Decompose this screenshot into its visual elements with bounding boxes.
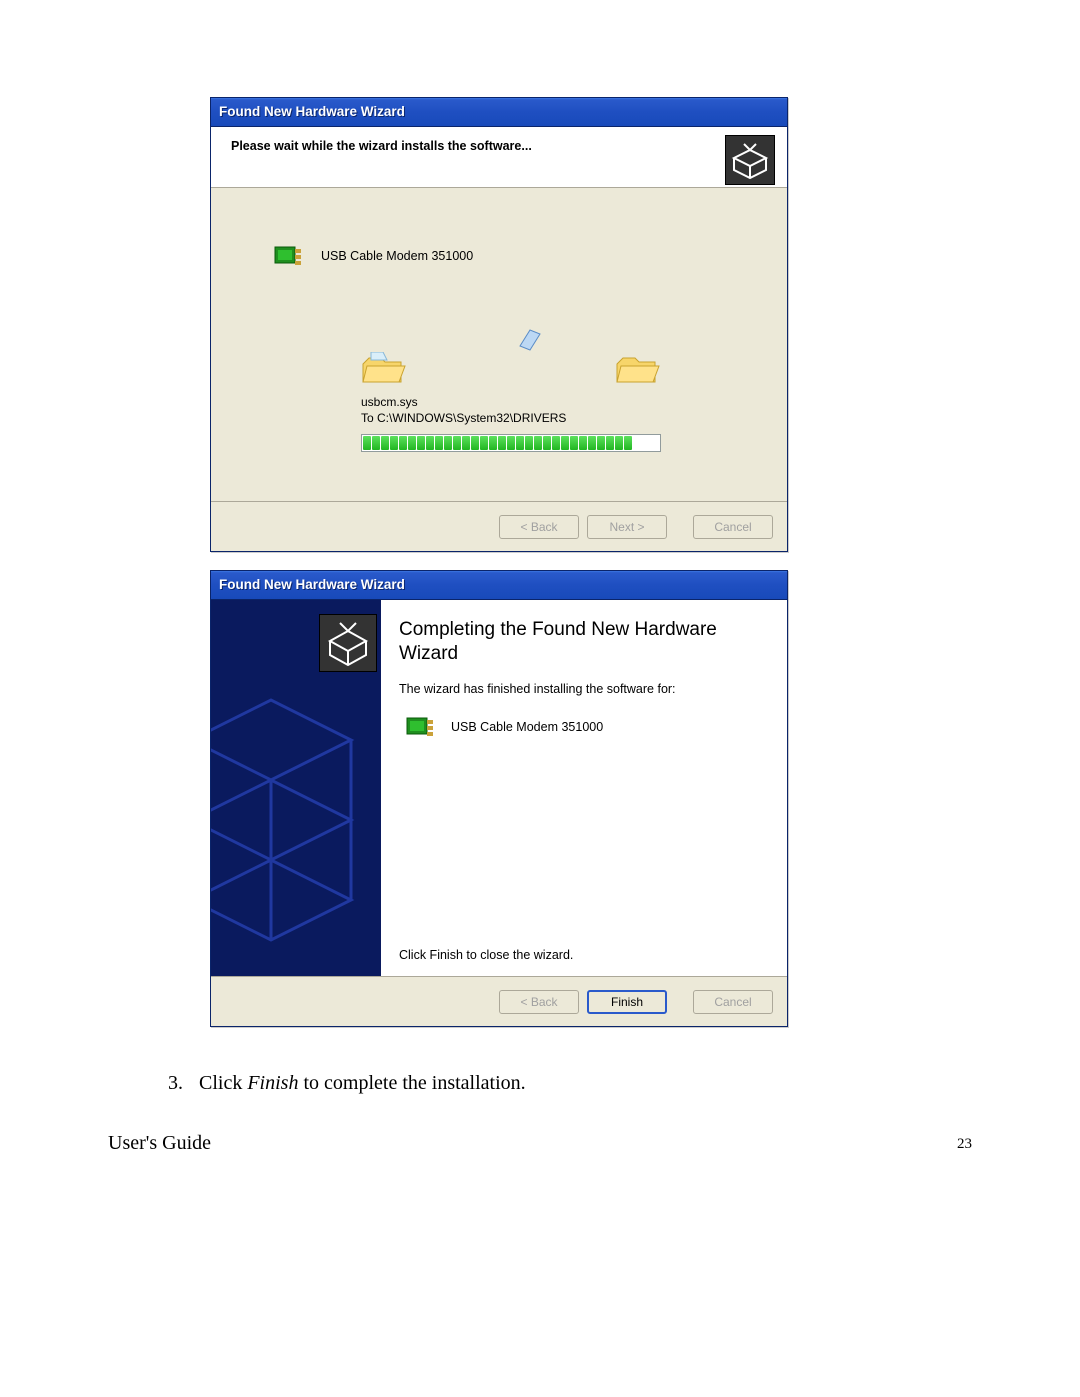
finish-button[interactable]: Finish (587, 990, 667, 1014)
window-title: Found New Hardware Wizard (219, 104, 405, 119)
progress-segment (435, 436, 443, 450)
progress-segment (588, 436, 596, 450)
hardware-chip-icon (273, 243, 303, 269)
step-instruction: 3. Click Finish to complete the installat… (168, 1072, 526, 1095)
flying-document-icon (516, 326, 544, 354)
next-button[interactable]: Next > (587, 515, 667, 539)
progress-segment (453, 436, 461, 450)
progress-segment (381, 436, 389, 450)
progress-segment (624, 436, 632, 450)
back-button[interactable]: < Back (499, 515, 579, 539)
cancel-button[interactable]: Cancel (693, 990, 773, 1014)
copy-status-text: usbcm.sys To C:\WINDOWS\System32\DRIVERS (361, 394, 566, 426)
copy-destination: To C:\WINDOWS\System32\DRIVERS (361, 410, 566, 426)
progress-segment (552, 436, 560, 450)
folder-icon (615, 352, 661, 388)
progress-bar (361, 434, 661, 452)
progress-segment (525, 436, 533, 450)
device-row: USB Cable Modem 351000 (405, 714, 769, 740)
instruction-em: Finish (247, 1072, 298, 1094)
progress-segment (426, 436, 434, 450)
progress-segment (444, 436, 452, 450)
content-area: USB Cable Modem 351000 (211, 188, 787, 501)
progress-segment (543, 436, 551, 450)
title-bar: Found New Hardware Wizard (211, 571, 787, 600)
header-text: Please wait while the wizard installs th… (231, 135, 725, 153)
progress-segment (561, 436, 569, 450)
finish-hint: Click Finish to close the wizard. (399, 948, 573, 962)
footer-title: User's Guide (108, 1132, 211, 1155)
hardware-chip-icon (405, 714, 435, 740)
main-panel: Completing the Found New Hardware Wizard… (381, 600, 787, 976)
device-name: USB Cable Modem 351000 (321, 249, 473, 263)
progress-segment (390, 436, 398, 450)
progress-segment (480, 436, 488, 450)
header-row: Please wait while the wizard installs th… (211, 127, 787, 188)
complete-heading: Completing the Found New Hardware Wizard (399, 618, 769, 666)
cancel-button[interactable]: Cancel (693, 515, 773, 539)
window-title: Found New Hardware Wizard (219, 577, 405, 592)
progress-segment (489, 436, 497, 450)
file-transfer-animation (361, 348, 661, 388)
page-number: 23 (957, 1136, 972, 1153)
title-bar: Found New Hardware Wizard (211, 98, 787, 127)
progress-segment (507, 436, 515, 450)
progress-segment (606, 436, 614, 450)
instruction-post: to complete the installation. (298, 1072, 525, 1094)
button-row: < Back Finish Cancel (211, 976, 787, 1026)
progress-segment (570, 436, 578, 450)
complete-subtext: The wizard has finished installing the s… (399, 682, 769, 696)
button-row: < Back Next > Cancel (211, 501, 787, 551)
progress-segment (516, 436, 524, 450)
progress-segment (417, 436, 425, 450)
wizard-box-icon (319, 614, 377, 672)
dialog-body: Completing the Found New Hardware Wizard… (211, 600, 787, 1026)
step-number: 3. (168, 1072, 183, 1094)
progress-segment (372, 436, 380, 450)
progress-segment (462, 436, 470, 450)
folder-open-icon (361, 352, 407, 388)
install-complete-dialog: Found New Hardware Wizard (210, 570, 788, 1027)
back-button[interactable]: < Back (499, 990, 579, 1014)
progress-segment (471, 436, 479, 450)
document-page: Found New Hardware Wizard Please wait wh… (0, 0, 1080, 1397)
install-progress-dialog: Found New Hardware Wizard Please wait wh… (210, 97, 788, 552)
progress-segment (579, 436, 587, 450)
progress-segment (408, 436, 416, 450)
copy-file-name: usbcm.sys (361, 394, 566, 410)
wizard-side-panel (211, 600, 381, 976)
progress-segment (534, 436, 542, 450)
device-name: USB Cable Modem 351000 (451, 720, 603, 734)
device-row: USB Cable Modem 351000 (273, 243, 473, 269)
instruction-pre: Click (199, 1072, 247, 1094)
wizard-box-icon (725, 135, 775, 185)
progress-segment (597, 436, 605, 450)
progress-segment (615, 436, 623, 450)
content-area: Completing the Found New Hardware Wizard… (211, 600, 787, 976)
progress-segment (498, 436, 506, 450)
progress-segment (363, 436, 371, 450)
dialog-body: Please wait while the wizard installs th… (211, 127, 787, 551)
progress-segment (399, 436, 407, 450)
